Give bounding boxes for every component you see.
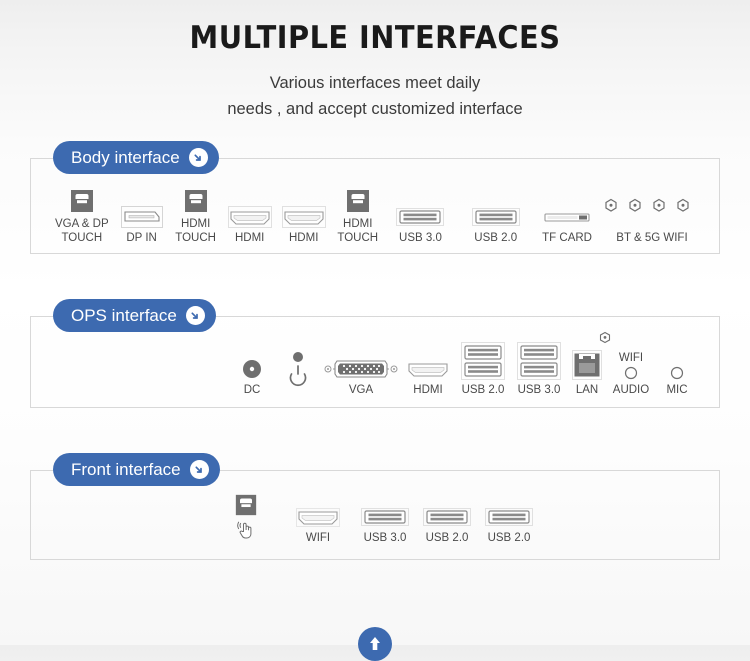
usb-b-filled-icon xyxy=(69,184,95,214)
port-front-usb-20-2[interactable]: USB 2.0 xyxy=(478,498,540,546)
audio-jack-icon xyxy=(670,366,684,380)
audio-jack-icon xyxy=(624,366,638,380)
ops-interface-badge[interactable]: OPS interface xyxy=(53,299,216,332)
port-label: MIC xyxy=(666,383,688,396)
port-audio[interactable]: WIFI AUDIO xyxy=(607,352,655,398)
hdmi-icon xyxy=(281,198,326,228)
port-vga-dp-touch[interactable]: VGA & DP TOUCH xyxy=(49,184,115,245)
dc-jack-icon xyxy=(241,350,263,380)
port-label: AUDIO xyxy=(612,383,650,396)
usb-a-icon xyxy=(396,198,445,228)
port-mic[interactable]: MIC xyxy=(655,366,699,398)
subtitle-line-2: needs , and accept customized interface xyxy=(227,100,523,118)
port-label: HDMI xyxy=(289,231,319,244)
port-label: USB 3.0 xyxy=(399,231,442,244)
page-subtitle: Various interfaces meet daily needs , an… xyxy=(0,70,750,122)
wifi-label: WIFI xyxy=(618,351,644,364)
usb-a-dual-icon xyxy=(517,340,561,380)
usb-a-icon xyxy=(471,198,520,228)
port-label: USB 2.0 xyxy=(425,531,469,544)
arrow-down-right-icon xyxy=(188,148,208,167)
hdmi-icon xyxy=(227,198,272,228)
port-lan[interactable]: LAN xyxy=(567,346,607,398)
usb-a-icon xyxy=(485,498,533,528)
port-label: HDMI xyxy=(234,231,265,244)
port-usb-20[interactable]: USB 2.0 xyxy=(456,198,535,246)
port-front-usb-30[interactable]: USB 3.0 xyxy=(354,498,416,546)
usb-b-filled-icon xyxy=(234,487,258,517)
port-tf-card[interactable]: TF CARD xyxy=(535,198,599,246)
ops-interface-panel: OPS interface DC VGA HDMI USB 2.0 USB 3.… xyxy=(30,299,720,408)
port-label: USB 3.0 xyxy=(517,383,561,396)
port-label: USB 3.0 xyxy=(363,531,407,544)
arrow-down-right-icon xyxy=(189,460,209,479)
hdmi-icon xyxy=(406,350,450,380)
port-dp-in[interactable]: DP IN xyxy=(115,198,169,246)
port-usb-30-dual[interactable]: USB 3.0 xyxy=(511,340,567,398)
page-header: MULTIPLE INTERFACES Various interfaces m… xyxy=(0,0,750,122)
port-label: HDMI TOUCH xyxy=(175,218,216,244)
touch-hand-icon xyxy=(236,520,256,545)
power-button-icon xyxy=(287,349,309,393)
scroll-up-circle-icon[interactable] xyxy=(358,627,392,661)
rj45-lan-icon xyxy=(572,346,602,380)
front-interface-badge[interactable]: Front interface xyxy=(53,453,220,486)
port-label: HDMI xyxy=(413,383,443,396)
port-front-usb-20-1[interactable]: USB 2.0 xyxy=(416,498,478,546)
port-label: BT & 5G WIFI xyxy=(616,231,688,244)
usb-a-dual-icon xyxy=(461,340,505,380)
front-interface-panel: Front interface WIFI USB 3.0 USB 2.0 USB… xyxy=(30,453,720,560)
usb-a-icon xyxy=(423,498,471,528)
port-dc[interactable]: DC xyxy=(229,350,275,398)
port-hdmi[interactable]: HDMI xyxy=(401,350,455,398)
port-label: VGA & DP TOUCH xyxy=(54,218,109,244)
usb-a-icon xyxy=(361,498,409,528)
port-power-button[interactable] xyxy=(275,349,321,397)
subtitle-line-1: Various interfaces meet daily xyxy=(269,74,481,92)
usb-b-filled-icon xyxy=(345,184,371,214)
badge-label: OPS interface xyxy=(71,305,177,325)
badge-label: Front interface xyxy=(71,459,181,479)
section-ops-interface: OPS interface DC VGA HDMI USB 2.0 USB 3.… xyxy=(30,299,720,408)
usb-b-filled-icon xyxy=(183,184,209,214)
section-front-interface: Front interface WIFI USB 3.0 USB 2.0 USB… xyxy=(30,453,720,560)
arrow-down-right-icon xyxy=(185,306,205,325)
port-hdmi-1[interactable]: HDMI xyxy=(223,198,277,246)
page-title: MULTIPLE INTERFACES xyxy=(189,20,561,56)
port-label: USB 2.0 xyxy=(487,531,531,544)
port-touch-usb[interactable] xyxy=(210,487,282,545)
port-usb-20-dual[interactable]: USB 2.0 xyxy=(455,340,511,398)
port-vga[interactable]: VGA xyxy=(321,350,401,398)
antenna-quad-icon xyxy=(602,190,702,224)
port-label: DP IN xyxy=(126,231,157,244)
body-interface-badge[interactable]: Body interface xyxy=(53,141,219,174)
port-label: USB 2.0 xyxy=(461,383,505,396)
body-interface-panel: Body interface VGA & DP TOUCH DP IN HDMI… xyxy=(30,141,720,254)
port-label: WIFI xyxy=(305,531,331,544)
port-usb-30[interactable]: USB 3.0 xyxy=(385,198,456,246)
vga-dsub-icon xyxy=(323,350,399,380)
port-label: VGA xyxy=(348,383,374,396)
port-label: DC xyxy=(243,383,261,396)
section-body-interface: Body interface VGA & DP TOUCH DP IN HDMI… xyxy=(30,141,720,254)
port-bt-5g-wifi[interactable]: BT & 5G WIFI xyxy=(599,190,705,246)
wifi-antenna-icon xyxy=(597,331,613,350)
displayport-icon xyxy=(120,198,163,228)
port-label: HDMI TOUCH xyxy=(337,218,379,244)
port-hdmi-touch-2[interactable]: HDMI TOUCH xyxy=(331,184,385,245)
badge-label: Body interface xyxy=(71,147,180,167)
port-label: USB 2.0 xyxy=(474,231,518,244)
port-hdmi-touch-1[interactable]: HDMI TOUCH xyxy=(169,184,223,245)
hdmi-icon xyxy=(296,498,340,528)
tf-card-slot-icon xyxy=(543,198,591,228)
port-wifi[interactable]: WIFI xyxy=(282,498,354,546)
port-label: LAN xyxy=(575,383,599,396)
port-label: TF CARD xyxy=(542,231,592,244)
port-hdmi-2[interactable]: HDMI xyxy=(277,198,331,246)
